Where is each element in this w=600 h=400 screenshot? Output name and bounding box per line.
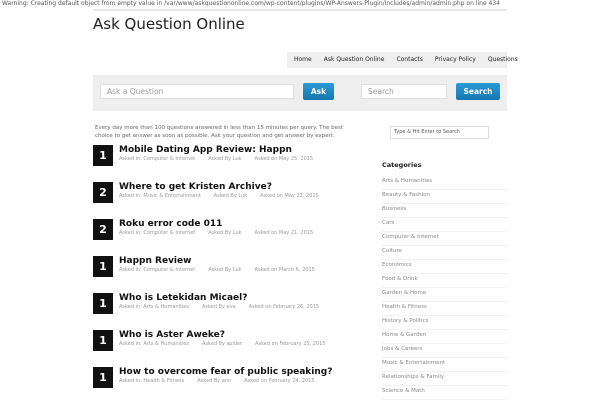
question-author[interactable]: Asked By eve: [202, 304, 236, 310]
main-nav: Home Ask Question Online Contacts Privac…: [287, 52, 518, 68]
question-date: Asked on February 24, 2015: [244, 378, 315, 384]
question-rank: 1: [93, 367, 113, 388]
question-category[interactable]: Asked in: Health & Fitness: [119, 378, 184, 384]
question-title[interactable]: Where to get Kristen Archive?: [119, 182, 272, 192]
question-date: Asked on May 25, 2015: [254, 156, 314, 162]
question-title[interactable]: Happn Review: [119, 256, 191, 266]
question-meta: Asked in: Arts & Humanities Asked By spi…: [119, 341, 325, 347]
ask-question-input[interactable]: Ask a Question: [100, 84, 294, 99]
top-divider: [93, 9, 507, 11]
categories-heading: Categories: [382, 161, 422, 169]
question-author[interactable]: Asked By Luk: [208, 267, 241, 273]
search-button[interactable]: Search: [456, 83, 500, 100]
nav-item-questions[interactable]: Questions: [482, 52, 524, 68]
sidebar-search-input[interactable]: Type & Hit Enter to Search: [390, 126, 489, 139]
question-meta: Asked in: Music & Entertainment Asked By…: [119, 193, 319, 199]
question-date: Asked on March 6, 2015: [254, 267, 315, 273]
php-warning: Warning: Creating default object from em…: [2, 0, 500, 7]
category-link[interactable]: Relationships & Family: [382, 372, 507, 386]
category-link[interactable]: Garden & Home: [382, 288, 507, 302]
site-title[interactable]: Ask Question Online: [93, 15, 245, 33]
question-item: 1 Happn Review Asked in: Computer & Inte…: [93, 256, 363, 280]
question-item: 2 Where to get Kristen Archive? Asked in…: [93, 182, 363, 206]
question-meta: Asked in: Health & Fitness Asked By ann …: [119, 378, 315, 384]
category-link[interactable]: Computer & Internet: [382, 232, 507, 246]
question-date: Asked on February 26, 2015: [248, 304, 320, 310]
question-date: Asked on May 22, 2015: [260, 193, 319, 199]
question-date: Asked on May 21, 2015: [254, 230, 314, 236]
nav-item-contacts[interactable]: Contacts: [390, 52, 428, 68]
question-item: 1 How to overcome fear of public speakin…: [93, 367, 363, 391]
question-category[interactable]: Asked in: Music & Entertainment: [119, 193, 201, 199]
question-title[interactable]: Roku error code 011: [119, 219, 222, 229]
question-title[interactable]: Who is Letekidan Micael?: [119, 293, 247, 303]
question-category[interactable]: Asked in: Computer & Internet: [119, 156, 195, 162]
category-link[interactable]: Music & Entertainment: [382, 358, 507, 372]
ask-button[interactable]: Ask: [303, 83, 334, 100]
category-link[interactable]: History & Politics: [382, 316, 507, 330]
question-rank: 2: [93, 219, 113, 240]
question-rank: 1: [93, 293, 113, 314]
question-rank: 2: [93, 182, 113, 203]
category-link[interactable]: Health & Fitness: [382, 302, 507, 316]
category-link[interactable]: Home & Garden: [382, 330, 507, 344]
question-category[interactable]: Asked in: Computer & Internet: [119, 267, 195, 273]
category-link[interactable]: Business: [382, 204, 507, 218]
nav-item-home[interactable]: Home: [287, 52, 318, 68]
search-input[interactable]: Search: [361, 84, 447, 99]
question-meta: Asked in: Computer & Internet Asked By L…: [119, 267, 315, 273]
search-band: Ask a Question Ask Search Search: [93, 75, 507, 111]
nav-item-ask-question-online[interactable]: Ask Question Online: [318, 52, 391, 68]
category-link[interactable]: Food & Drink: [382, 274, 507, 288]
question-category[interactable]: Asked in: Arts & Humanities: [119, 304, 189, 310]
question-author[interactable]: Asked By Luk: [208, 156, 241, 162]
category-link[interactable]: Culture: [382, 246, 507, 260]
question-author[interactable]: Asked By ann: [197, 378, 231, 384]
question-item: 1 Mobile Dating App Review: Happn Asked …: [93, 145, 363, 169]
question-title[interactable]: Who is Aster Aweke?: [119, 330, 225, 340]
question-meta: Asked in: Arts & Humanities Asked By eve…: [119, 304, 319, 310]
question-rank: 1: [93, 256, 113, 277]
question-rank: 1: [93, 330, 113, 351]
question-date: Asked on February 25, 2015: [255, 341, 326, 347]
question-category[interactable]: Asked in: Arts & Humanities: [119, 341, 189, 347]
question-rank: 1: [93, 145, 113, 166]
question-author[interactable]: Asked By Luk: [214, 193, 247, 199]
category-link[interactable]: Cars: [382, 218, 507, 232]
category-link[interactable]: Science & Math: [382, 386, 507, 400]
intro-text: Every day more than 100 questions answer…: [95, 125, 343, 139]
question-item: 2 Roku error code 011 Asked in: Computer…: [93, 219, 363, 243]
question-title[interactable]: Mobile Dating App Review: Happn: [119, 145, 292, 155]
category-link[interactable]: Jobs & Careers: [382, 344, 507, 358]
nav-item-privacy-policy[interactable]: Privacy Policy: [429, 52, 482, 68]
category-link[interactable]: Economics: [382, 260, 507, 274]
question-title[interactable]: How to overcome fear of public speaking?: [119, 367, 332, 377]
category-link[interactable]: Arts & Humanities: [382, 176, 507, 190]
question-author[interactable]: Asked By spider: [202, 341, 242, 347]
question-author[interactable]: Asked By Luk: [208, 230, 241, 236]
question-meta: Asked in: Computer & Internet Asked By L…: [119, 156, 313, 162]
question-category[interactable]: Asked in: Computer & Internet: [119, 230, 195, 236]
category-list: Arts & Humanities Beauty & Fashion Busin…: [382, 176, 507, 400]
question-meta: Asked in: Computer & Internet Asked By L…: [119, 230, 313, 236]
question-item: 1 Who is Letekidan Micael? Asked in: Art…: [93, 293, 363, 317]
question-item: 1 Who is Aster Aweke? Asked in: Arts & H…: [93, 330, 363, 354]
category-link[interactable]: Beauty & Fashion: [382, 190, 507, 204]
